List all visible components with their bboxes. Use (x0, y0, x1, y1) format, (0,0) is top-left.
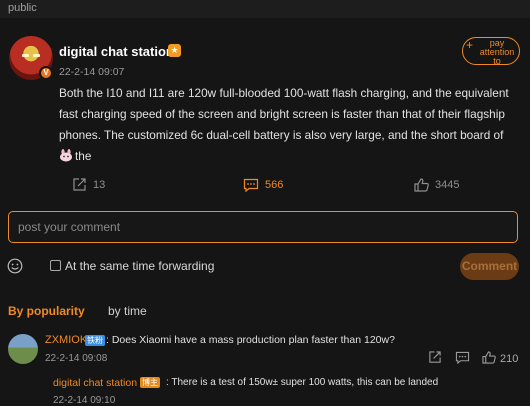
reply-text: : There is a test of 150w± super 100 wat… (166, 377, 439, 388)
commenter-avatar[interactable] (8, 334, 38, 364)
like-icon (414, 178, 429, 192)
top-bar: public (0, 0, 530, 18)
rabbit-emoji-icon (60, 149, 72, 162)
like-count: 3445 (435, 179, 460, 191)
post-time: 22-2-14 09:07 (59, 66, 125, 78)
post-text-tail: the (75, 149, 92, 163)
emoji-icon[interactable] (7, 258, 23, 274)
post-text: Both the I10 and I11 are 120w full-blood… (59, 86, 509, 142)
post-body: Both the I10 and I11 are 120w full-blood… (59, 83, 519, 167)
reply-author-name[interactable]: digital chat station (53, 377, 137, 389)
avatar-eye (22, 54, 29, 57)
tab-by-time[interactable]: by time (108, 304, 147, 318)
reply-time: 22-2-14 09:10 (53, 395, 116, 406)
tab-by-popularity[interactable]: By popularity (8, 304, 85, 318)
follow-button[interactable]: + pay attention to (462, 37, 520, 66)
comment-like-count: 210 (500, 353, 519, 365)
commenter-name[interactable]: ZXMIOK (45, 334, 87, 346)
plus-icon: + (466, 38, 474, 52)
comment-count: 566 (265, 179, 284, 191)
comment-time: 22-2-14 09:08 (45, 353, 108, 364)
forward-count: 13 (93, 179, 106, 191)
like-action[interactable]: 3445 (414, 178, 459, 192)
author-name[interactable]: digital chat station (59, 44, 174, 59)
forward-checkbox[interactable] (50, 260, 61, 271)
fan-badge: 铁粉 (85, 335, 105, 346)
reply-icon[interactable] (455, 351, 470, 364)
verified-badge: V (39, 66, 53, 80)
like-icon[interactable] (482, 351, 496, 364)
forward-action[interactable]: 13 (72, 178, 105, 192)
comment-submit-button[interactable]: Comment (460, 253, 519, 280)
forward-icon (73, 178, 86, 191)
fan-medal-icon: ★ (168, 44, 181, 57)
follow-label: pay attention to (479, 38, 515, 66)
comment-icon (243, 178, 259, 192)
visibility-label: public (8, 2, 37, 14)
forward-checkbox-label[interactable]: At the same time forwarding (65, 259, 214, 273)
avatar-eye (33, 54, 40, 57)
blogger-badge: 博主 (140, 377, 160, 388)
comment-input[interactable] (8, 211, 518, 243)
comment-text: : Does Xiaomi have a mass production pla… (106, 334, 395, 346)
comment-action[interactable]: 566 (243, 178, 283, 192)
forward-icon[interactable] (428, 351, 442, 364)
